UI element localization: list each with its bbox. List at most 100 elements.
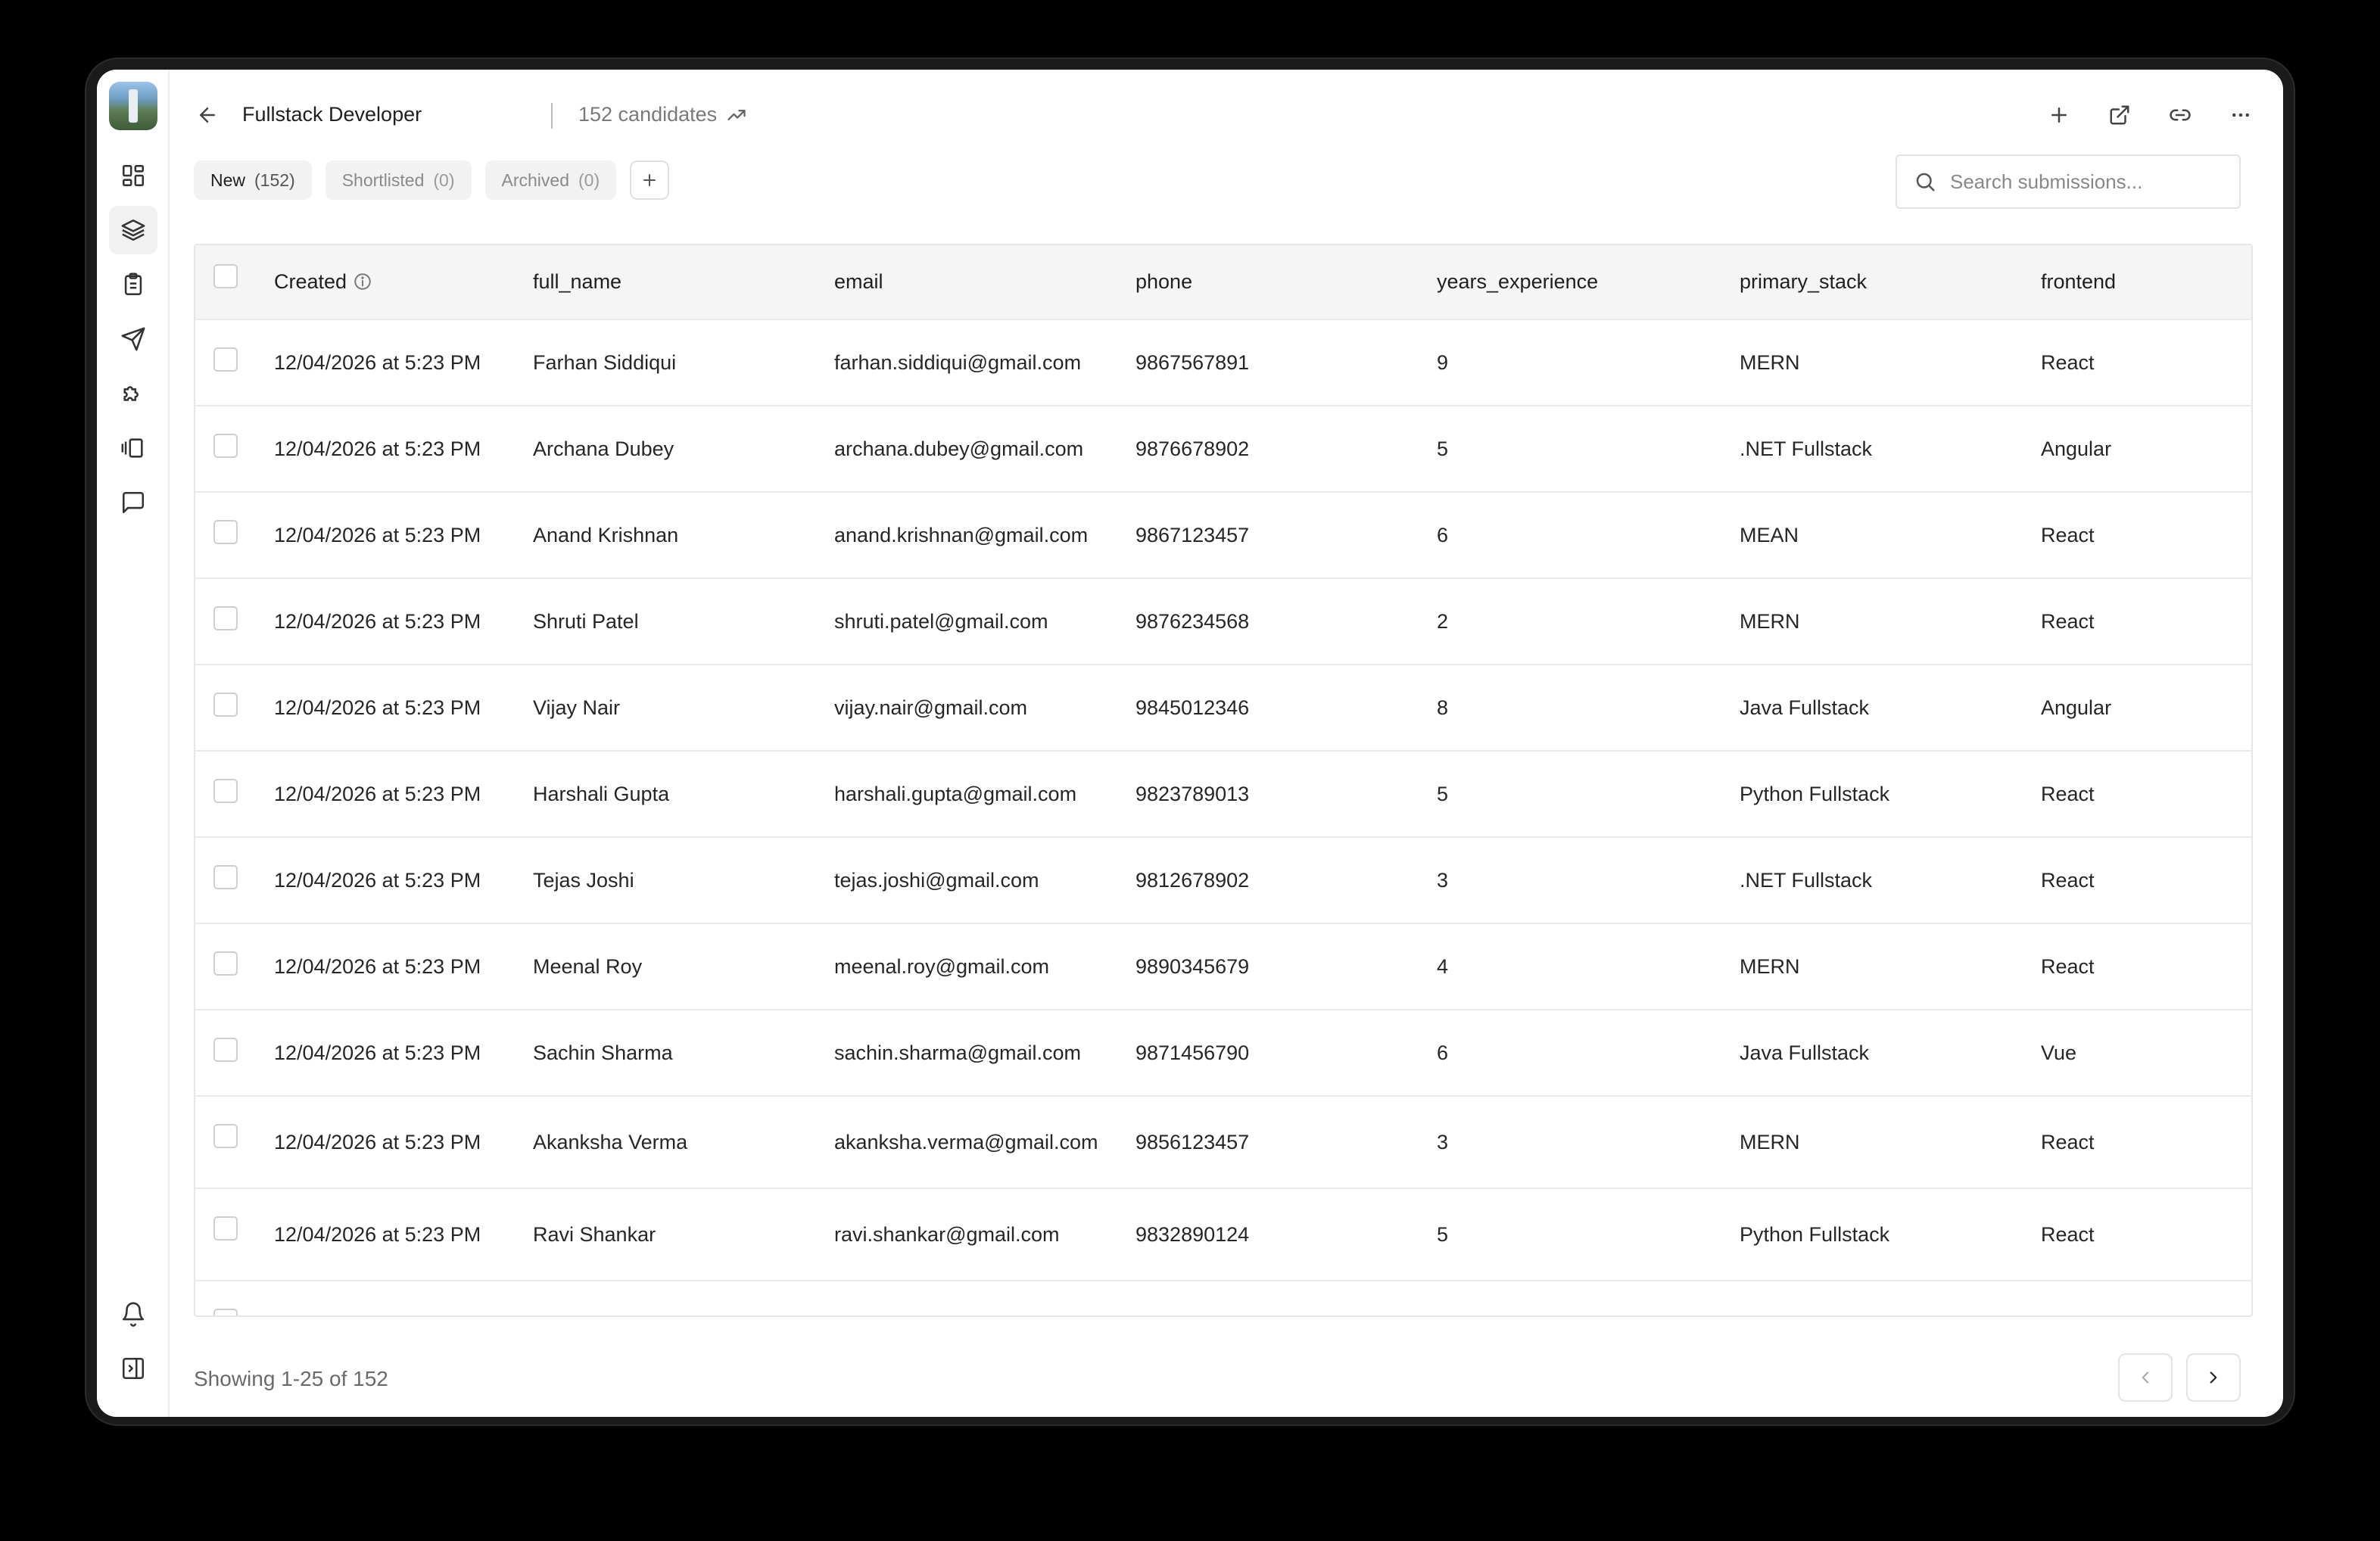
cell-years-experience: 4 — [1437, 954, 1449, 978]
row-checkbox[interactable] — [213, 347, 238, 372]
chevron-right-icon — [2210, 1371, 2217, 1384]
sidebar-item-messages[interactable] — [109, 478, 157, 527]
row-checkbox[interactable] — [213, 1309, 238, 1315]
cell-primary-stack: MERN — [1740, 1130, 1800, 1153]
header-actions — [2041, 97, 2259, 133]
cell-full-name: Anand Krishnan — [533, 523, 679, 546]
send-icon — [121, 327, 145, 351]
row-checkbox[interactable] — [213, 951, 238, 976]
row-select-cell — [195, 1096, 254, 1188]
pagination-summary: Showing 1-25 of 152 — [194, 1367, 388, 1390]
cell-frontend: React — [2041, 868, 2095, 892]
cell-full-name: Harshali Gupta — [533, 782, 670, 805]
tab-archived[interactable]: Archived (0) — [484, 160, 617, 200]
copy-link-button[interactable] — [2162, 97, 2198, 133]
cell-full-name: Shruti Patel — [533, 609, 639, 633]
candidate-count[interactable]: 152 candidates — [578, 103, 747, 126]
cell-email: akanksha.verma@gmail.com — [834, 1130, 1098, 1153]
row-select-cell — [195, 1010, 254, 1096]
table-row[interactable]: 12/04/2026 at 5:23 PMIsaan Mehtaisaan.me… — [195, 1281, 2251, 1315]
sidebar-item-dashboard[interactable] — [109, 151, 157, 200]
row-checkbox[interactable] — [213, 1216, 238, 1241]
column-header-phone[interactable]: phone — [1116, 245, 1417, 319]
table-row[interactable]: 12/04/2026 at 5:23 PM Harshali Gupta harsh… — [195, 751, 2251, 837]
tab-label: Archived — [501, 170, 569, 190]
sidebar-item-gallery[interactable] — [109, 424, 157, 472]
cell-email: isaan.mehta@gmail.com — [815, 1281, 1116, 1315]
row-checkbox[interactable] — [213, 865, 238, 889]
sidebar-toggle[interactable] — [109, 1344, 157, 1393]
cell-full-name: Isaan Mehta — [513, 1281, 815, 1315]
workspace-logo[interactable] — [109, 82, 157, 130]
submissions-table: Created full_name email phone years_expe… — [194, 244, 2253, 1317]
add-button[interactable] — [2041, 97, 2077, 133]
layers-icon — [121, 219, 145, 241]
table-row[interactable]: 12/04/2026 at 5:23 PM Akanksha Verma akank… — [195, 1096, 2251, 1188]
cell-frontend: React — [2041, 350, 2095, 374]
add-tab-button[interactable] — [630, 160, 670, 200]
sidebar-item-notifications[interactable] — [109, 1290, 157, 1338]
cell-full-name: Meenal Roy — [533, 954, 643, 978]
tab-count: (152) — [254, 170, 295, 190]
column-header-email[interactable]: email — [815, 245, 1116, 319]
row-select-cell — [195, 665, 254, 751]
more-options-button[interactable] — [2223, 97, 2259, 133]
panel-expand-icon — [122, 1357, 145, 1380]
row-checkbox[interactable] — [213, 434, 238, 458]
cell-phone: 9876234568 — [1135, 609, 1250, 633]
tab-new[interactable]: New (152) — [194, 160, 312, 200]
table-row[interactable]: 12/04/2026 at 5:23 PM Archana Dubey archan… — [195, 406, 2251, 492]
table-row[interactable]: 12/04/2026 at 5:23 PM Shruti Patel shruti.… — [195, 578, 2251, 665]
sidebar-item-send[interactable] — [109, 315, 157, 363]
cell-primary-stack: .NET Fullstack — [1740, 437, 1873, 460]
puzzle-icon — [123, 386, 139, 401]
search-input[interactable] — [1950, 170, 2223, 194]
cell-frontend: Angular — [2041, 437, 2112, 460]
table-row[interactable]: 12/04/2026 at 5:23 PM Sachin Sharma sachin… — [195, 1010, 2251, 1096]
cell-phone: 9823789013 — [1135, 782, 1250, 805]
table-row[interactable]: 12/04/2026 at 5:23 PM Anand Krishnan anand… — [195, 492, 2251, 578]
table-row[interactable]: 12/04/2026 at 5:23 PM Tejas Joshi tejas.jo… — [195, 837, 2251, 923]
select-all-checkbox[interactable] — [213, 264, 238, 288]
cell-years-experience: 8 — [1437, 696, 1449, 719]
cell-full-name: Archana Dubey — [533, 437, 674, 460]
back-button[interactable] — [192, 100, 223, 130]
row-checkbox[interactable] — [213, 606, 238, 630]
cell-phone: 9867567891 — [1135, 350, 1250, 374]
row-checkbox[interactable] — [213, 1038, 238, 1062]
column-header-full-name[interactable]: full_name — [513, 245, 815, 319]
cell-created: 12/04/2026 at 5:23 PM — [274, 954, 481, 978]
sidebar-item-integrations[interactable] — [109, 369, 157, 418]
open-external-button[interactable] — [2101, 97, 2138, 133]
row-checkbox[interactable] — [213, 693, 238, 717]
table-row[interactable]: 12/04/2026 at 5:23 PM Meenal Roy meenal.ro… — [195, 923, 2251, 1010]
cell-created: 12/04/2026 at 5:23 PM — [274, 782, 481, 805]
column-header-years-experience[interactable]: years_experience — [1417, 245, 1720, 319]
tab-shortlisted[interactable]: Shortlisted (0) — [325, 160, 472, 200]
sidebar-item-clipboard[interactable] — [109, 260, 157, 309]
row-select-cell — [195, 578, 254, 665]
previous-page-button[interactable] — [2118, 1353, 2173, 1402]
row-checkbox[interactable] — [213, 1124, 238, 1148]
row-checkbox[interactable] — [213, 779, 238, 803]
column-header-primary-stack[interactable]: primary_stack — [1720, 245, 2021, 319]
cell-phone: 9867123457 — [1135, 523, 1250, 546]
cell-created: 12/04/2026 at 5:23 PM — [274, 1041, 481, 1064]
cell-frontend: React — [2041, 1222, 2095, 1246]
info-icon[interactable] — [353, 272, 372, 291]
table-row[interactable]: 12/04/2026 at 5:23 PM Farhan Siddiqui farh… — [195, 319, 2251, 406]
column-header-created[interactable]: Created — [254, 245, 513, 319]
cell-full-name: Vijay Nair — [533, 696, 621, 719]
page-header: Fullstack Developer 152 candidates — [170, 70, 2283, 165]
cell-frontend: Angular — [2021, 1281, 2251, 1315]
cell-primary-stack: MEAN — [1740, 523, 1799, 546]
cell-frontend: Vue — [2041, 1041, 2077, 1064]
table-row[interactable]: 12/04/2026 at 5:23 PM Ravi Shankar ravi.sh… — [195, 1188, 2251, 1281]
cell-created: 12/04/2026 at 5:23 PM — [254, 1281, 513, 1315]
table-row[interactable]: 12/04/2026 at 5:23 PM Vijay Nair vijay.nai… — [195, 665, 2251, 751]
next-page-button[interactable] — [2186, 1353, 2241, 1402]
column-header-frontend[interactable]: frontend — [2021, 245, 2251, 319]
sidebar-item-layers[interactable] — [109, 206, 157, 254]
row-checkbox[interactable] — [213, 520, 238, 544]
cell-years-experience: 2 — [1437, 609, 1449, 633]
